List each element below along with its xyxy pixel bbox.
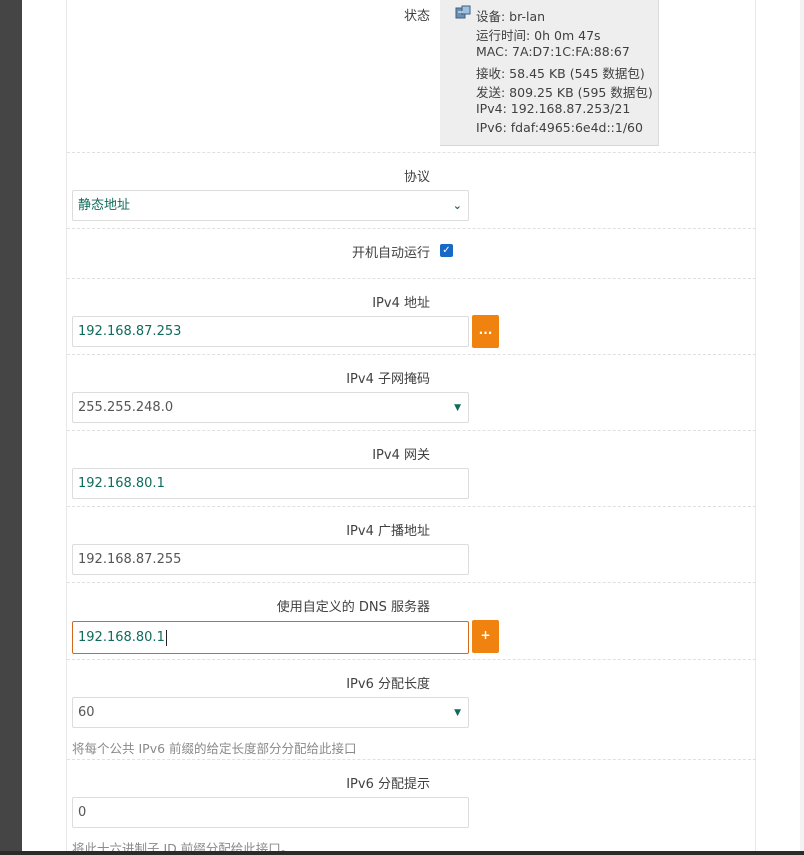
ipv4-address-label: IPv4 地址 [372,296,430,311]
ipv4-address-input[interactable]: 192.168.87.253 [72,316,469,347]
divider [67,659,756,660]
status-ipv6: IPv6: fdaf:4965:6e4d::1/60 [476,120,643,135]
ipv6-hint-help: 将此十六进制子 ID 前缀分配给此接口。 [72,841,294,851]
divider [67,582,756,583]
status-ipv4: IPv4: 192.168.87.253/21 [476,101,631,116]
dropdown-triangle-icon: ▼ [454,403,461,413]
protocol-label: 协议 [403,170,430,185]
divider [67,152,756,153]
divider [67,278,756,279]
ipv4-address-more-button[interactable]: ... [472,315,499,348]
dns-value: 192.168.80.1 [78,630,165,645]
ipv6-length-label: IPv6 分配长度 [346,677,430,692]
dns-input[interactable]: 192.168.80.1 [72,621,469,654]
chevron-down-icon: ⌄ [452,199,462,212]
ipv6-hint-label: IPv6 分配提示 [346,777,430,792]
protocol-value: 静态地址 [78,198,131,213]
status-uptime: 运行时间: 0h 0m 47s [476,28,601,43]
network-device-icon [455,5,471,19]
left-border [66,0,67,851]
divider [67,228,756,229]
interface-settings-panel: 状态 设备: br-lan 运行时间: 0h 0m 47s MAC: 7A:D7… [22,0,800,851]
ipv6-length-value: 60 [78,705,95,720]
ipv6-length-select[interactable]: 60 ▼ [72,697,469,728]
ipv4-broadcast-label: IPv4 广播地址 [346,524,430,539]
dns-label: 使用自定义的 DNS 服务器 [276,600,430,615]
status-device: 设备: br-lan [476,9,546,24]
protocol-select[interactable]: 静态地址 ⌄ [72,190,469,221]
ipv4-netmask-select[interactable]: 255.255.248.0 ▼ [72,392,469,423]
divider [67,759,756,760]
status-label: 状态 [403,9,430,24]
ipv6-length-hint: 将每个公共 IPv6 前缀的给定长度部分分配给此接口 [72,741,357,756]
divider [67,354,756,355]
autostart-label: 开机自动运行 [351,246,430,261]
text-caret [165,629,167,646]
divider [67,430,756,431]
right-border [755,0,756,851]
window-bottom-edge [0,851,804,855]
ipv4-gateway-label: IPv4 网关 [372,448,430,463]
dropdown-triangle-icon: ▼ [454,708,461,718]
divider [67,506,756,507]
status-rx: 接收: 58.45 KB (545 数据包) [476,66,645,81]
autostart-checkbox[interactable]: ✓ [440,244,453,257]
status-mac: MAC: 7A:D7:1C:FA:88:67 [476,44,630,59]
ipv4-broadcast-input[interactable]: 192.168.87.255 [72,544,469,575]
ipv4-netmask-label: IPv4 子网掩码 [346,372,430,387]
window-edge [800,0,804,855]
status-box: 设备: br-lan 运行时间: 0h 0m 47s MAC: 7A:D7:1C… [440,0,659,146]
ipv4-netmask-value: 255.255.248.0 [78,400,174,415]
status-tx: 发送: 809.25 KB (595 数据包) [476,85,653,100]
ipv6-hint-input[interactable]: 0 [72,797,469,828]
add-dns-button[interactable]: + [472,620,499,653]
ipv4-gateway-input[interactable]: 192.168.80.1 [72,468,469,499]
